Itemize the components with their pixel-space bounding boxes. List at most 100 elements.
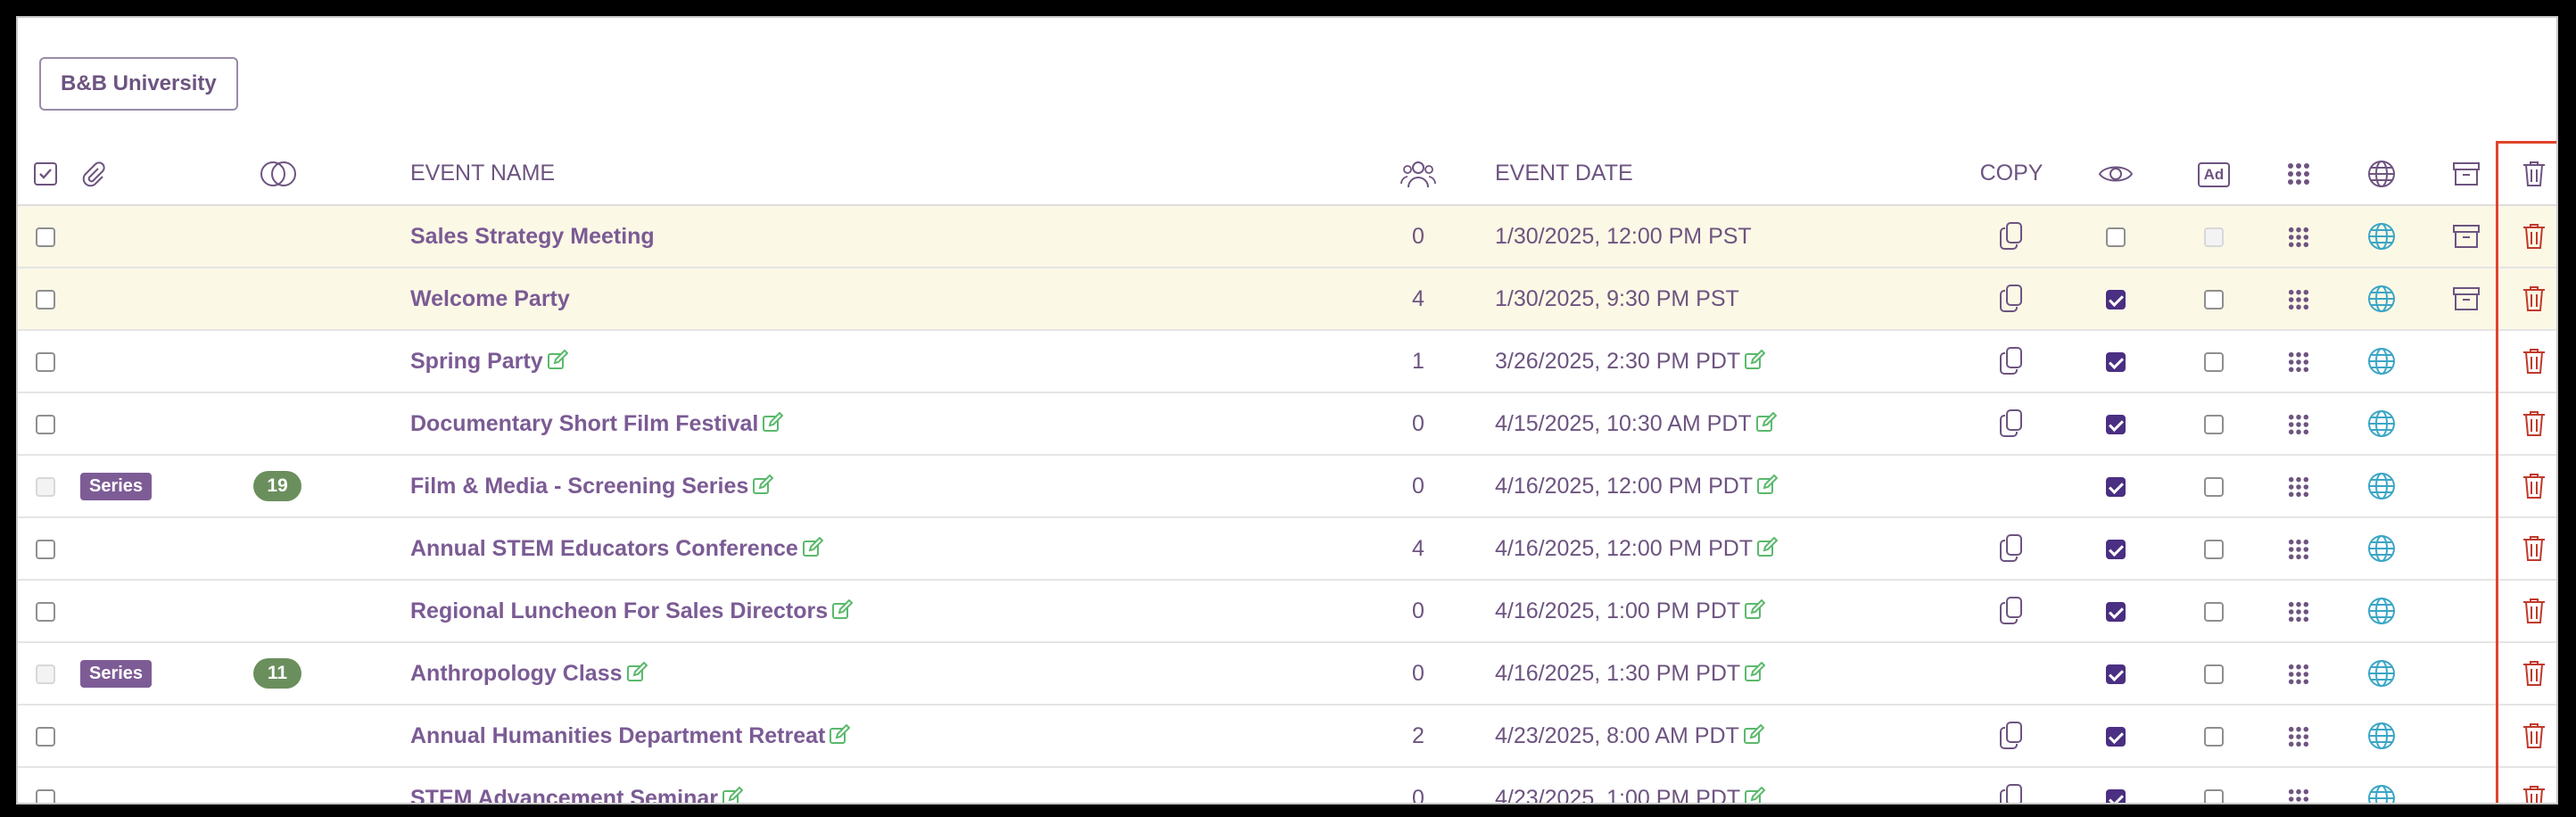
edit-icon[interactable]	[1744, 786, 1766, 805]
dots-grid-icon[interactable]	[2288, 351, 2309, 373]
row-select-checkbox[interactable]	[36, 227, 55, 247]
ad-checkbox[interactable]	[2204, 664, 2224, 684]
ad-checkbox[interactable]	[2204, 788, 2224, 803]
edit-icon[interactable]	[547, 349, 568, 371]
copy-icon[interactable]	[1998, 408, 2025, 439]
edit-icon[interactable]	[1743, 723, 1764, 746]
event-name-link[interactable]: Film & Media - Screening Series	[410, 474, 748, 499]
globe-icon[interactable]	[2366, 408, 2397, 439]
event-name-link[interactable]: Anthropology Class	[410, 661, 623, 686]
trash-icon[interactable]	[2522, 347, 2547, 375]
select-all-header[interactable]	[18, 143, 73, 205]
visibility-checkbox[interactable]	[2106, 289, 2126, 309]
copy-icon[interactable]	[1998, 346, 2025, 376]
row-select-checkbox[interactable]	[36, 539, 55, 559]
visibility-checkbox[interactable]	[2106, 664, 2126, 684]
ad-checkbox[interactable]	[2204, 351, 2224, 372]
edit-icon[interactable]	[1756, 474, 1779, 496]
edit-icon[interactable]	[752, 474, 774, 496]
ad-checkbox[interactable]	[2204, 476, 2224, 497]
dots-grid-icon[interactable]	[2288, 726, 2309, 747]
ad-checkbox[interactable]	[2204, 289, 2224, 309]
edit-icon[interactable]	[829, 723, 851, 746]
edit-icon[interactable]	[1744, 661, 1766, 683]
event-name-link[interactable]: Welcome Party	[410, 286, 570, 311]
event-date-header[interactable]: EVENT DATE	[1463, 143, 1961, 205]
ad-checkbox[interactable]	[2204, 539, 2224, 559]
visibility-checkbox[interactable]	[2106, 476, 2126, 497]
row-select-checkbox[interactable]	[36, 414, 55, 434]
visibility-checkbox[interactable]	[2106, 227, 2126, 247]
globe-icon[interactable]	[2366, 721, 2397, 751]
visibility-checkbox[interactable]	[2106, 351, 2126, 372]
dots-grid-icon[interactable]	[2288, 601, 2309, 623]
paperclip-icon	[82, 161, 105, 186]
row-select-checkbox[interactable]	[36, 289, 55, 309]
row-select-checkbox[interactable]	[36, 726, 55, 747]
org-filter-button[interactable]: B&B University	[39, 57, 238, 111]
trash-icon[interactable]	[2522, 409, 2547, 438]
visibility-checkbox[interactable]	[2106, 788, 2126, 803]
edit-icon[interactable]	[1755, 411, 1777, 433]
trash-icon[interactable]	[2522, 784, 2547, 805]
event-name-link[interactable]: Annual STEM Educators Conference	[410, 536, 798, 561]
copy-icon[interactable]	[1998, 221, 2025, 252]
edit-icon[interactable]	[762, 411, 784, 433]
trash-icon[interactable]	[2522, 659, 2547, 688]
trash-icon[interactable]	[2522, 285, 2547, 313]
edit-icon[interactable]	[1744, 598, 1766, 621]
edit-icon[interactable]	[626, 661, 648, 683]
row-select-checkbox[interactable]	[36, 788, 55, 803]
trash-icon[interactable]	[2522, 222, 2547, 251]
archive-icon[interactable]	[2452, 285, 2481, 312]
archive-icon[interactable]	[2452, 223, 2481, 250]
ad-checkbox[interactable]	[2204, 726, 2224, 747]
dots-grid-icon[interactable]	[2288, 539, 2309, 560]
visibility-checkbox[interactable]	[2106, 726, 2126, 747]
trash-icon[interactable]	[2522, 534, 2547, 563]
event-name-link[interactable]: STEM Advancement Seminar	[410, 786, 718, 804]
ad-checkbox[interactable]	[2204, 414, 2224, 434]
globe-icon[interactable]	[2366, 533, 2397, 564]
event-name-link[interactable]: Spring Party	[410, 349, 543, 374]
copy-icon[interactable]	[1998, 533, 2025, 564]
visibility-checkbox[interactable]	[2106, 539, 2126, 559]
dots-grid-icon[interactable]	[2288, 227, 2309, 248]
event-name-link[interactable]: Sales Strategy Meeting	[410, 224, 655, 249]
select-all-checkbox-icon[interactable]	[33, 161, 58, 186]
event-name-link[interactable]: Annual Humanities Department Retreat	[410, 723, 825, 748]
event-name-link[interactable]: Documentary Short Film Festival	[410, 411, 758, 436]
copy-icon[interactable]	[1998, 284, 2025, 314]
visibility-checkbox[interactable]	[2106, 601, 2126, 622]
dots-grid-icon[interactable]	[2288, 788, 2309, 805]
globe-icon[interactable]	[2366, 284, 2397, 314]
globe-icon[interactable]	[2366, 346, 2397, 376]
attendee-count: 1	[1412, 348, 1424, 374]
copy-icon[interactable]	[1998, 721, 2025, 751]
row-select-checkbox[interactable]	[36, 601, 55, 622]
edit-icon[interactable]	[831, 598, 854, 621]
edit-icon[interactable]	[1744, 349, 1766, 371]
edit-icon[interactable]	[1756, 536, 1779, 558]
visibility-checkbox[interactable]	[2106, 414, 2126, 434]
trash-icon[interactable]	[2522, 472, 2547, 500]
ad-checkbox[interactable]	[2204, 601, 2224, 622]
globe-icon[interactable]	[2366, 221, 2397, 252]
copy-icon[interactable]	[1998, 596, 2025, 626]
edit-icon[interactable]	[722, 786, 744, 805]
dots-grid-icon[interactable]	[2288, 414, 2309, 435]
globe-icon[interactable]	[2366, 658, 2397, 689]
globe-icon[interactable]	[2366, 471, 2397, 501]
dots-grid-icon[interactable]	[2288, 476, 2309, 498]
trash-icon[interactable]	[2522, 722, 2547, 750]
row-select-checkbox[interactable]	[36, 351, 55, 372]
globe-icon[interactable]	[2366, 596, 2397, 626]
copy-icon[interactable]	[1998, 783, 2025, 805]
dots-grid-icon[interactable]	[2288, 289, 2309, 310]
event-name-header[interactable]: EVENT NAME	[410, 143, 1374, 205]
event-name-link[interactable]: Regional Luncheon For Sales Directors	[410, 598, 828, 623]
edit-icon[interactable]	[802, 536, 823, 558]
globe-icon[interactable]	[2366, 783, 2397, 805]
dots-grid-icon[interactable]	[2288, 664, 2309, 685]
trash-icon[interactable]	[2522, 597, 2547, 625]
